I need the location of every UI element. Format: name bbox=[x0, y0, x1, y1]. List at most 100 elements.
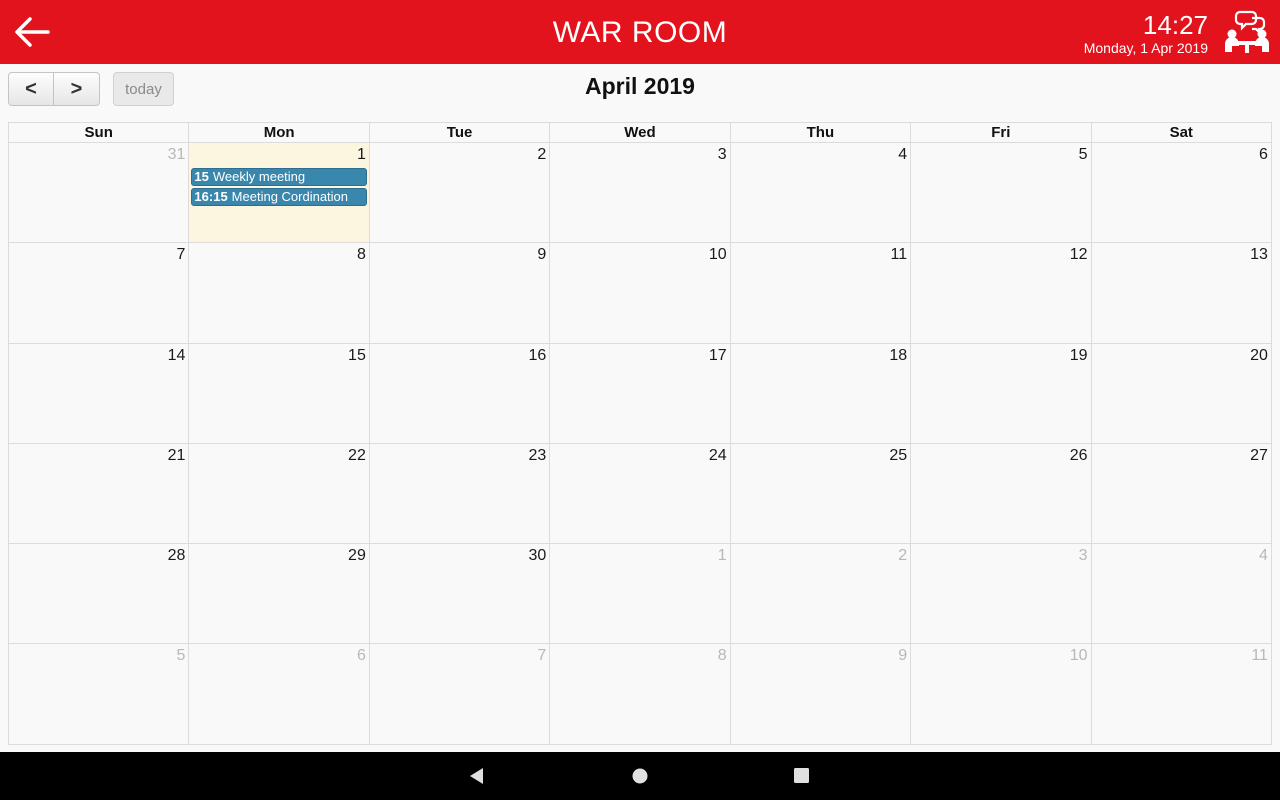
nav-back-triangle-icon[interactable] bbox=[467, 766, 487, 786]
day-cell[interactable]: 12 bbox=[911, 243, 1092, 344]
day-cell[interactable]: 2 bbox=[730, 544, 912, 645]
day-cell[interactable]: 18 bbox=[730, 343, 912, 444]
day-cell[interactable]: 16 bbox=[369, 343, 551, 444]
day-number: 8 bbox=[356, 246, 366, 264]
day-number: 1 bbox=[356, 146, 366, 163]
day-cell[interactable]: 28 bbox=[9, 544, 190, 645]
day-cell[interactable]: 17 bbox=[550, 343, 731, 444]
week-row: 31 1 15 Weekly meeting 16:15 Meeting Cordinat… bbox=[9, 143, 1272, 244]
day-number: 7 bbox=[176, 246, 186, 264]
day-cell[interactable]: 26 bbox=[911, 443, 1092, 545]
day-cell[interactable]: 3 bbox=[911, 544, 1092, 645]
day-cell[interactable]: 10 bbox=[911, 644, 1092, 745]
day-number: 3 bbox=[1078, 547, 1088, 565]
meeting-room-icon bbox=[1222, 8, 1272, 56]
day-number: 20 bbox=[1250, 346, 1268, 364]
day-cell[interactable]: 10 bbox=[550, 243, 731, 344]
day-number: 22 bbox=[348, 446, 366, 464]
day-cell[interactable]: 22 bbox=[189, 443, 370, 545]
day-cell[interactable]: 30 bbox=[369, 544, 551, 645]
day-number: 24 bbox=[708, 446, 727, 464]
day-number: 2 bbox=[537, 146, 547, 163]
day-number: 29 bbox=[348, 547, 366, 565]
day-cell[interactable]: 19 bbox=[911, 343, 1092, 444]
day-number: 27 bbox=[1250, 446, 1268, 464]
day-number: 30 bbox=[528, 547, 547, 565]
day-cell[interactable]: 27 bbox=[1091, 443, 1272, 545]
day-number: 9 bbox=[537, 246, 547, 264]
day-number: 17 bbox=[708, 346, 727, 364]
day-number: 16 bbox=[528, 346, 547, 364]
day-cell[interactable]: 23 bbox=[369, 443, 551, 545]
day-cell[interactable]: 5 bbox=[911, 143, 1092, 244]
day-number: 12 bbox=[1069, 246, 1088, 264]
event-title: Meeting Cordination bbox=[231, 189, 349, 204]
day-number: 4 bbox=[1259, 547, 1268, 565]
day-number: 21 bbox=[167, 446, 186, 464]
day-cell[interactable]: 13 bbox=[1091, 243, 1272, 344]
day-cell[interactable]: 1 bbox=[550, 544, 731, 645]
day-cell[interactable]: 3 bbox=[550, 143, 731, 244]
day-cell[interactable]: 2 bbox=[369, 143, 551, 244]
month-title: April 2019 bbox=[585, 73, 695, 99]
day-number: 18 bbox=[889, 346, 908, 364]
day-cell[interactable]: 7 bbox=[369, 644, 551, 745]
calendar-event[interactable]: 16:15 Meeting Cordination bbox=[191, 188, 367, 206]
clock-time: 14:27 bbox=[1142, 10, 1208, 40]
weekday-header-tue: Tue bbox=[369, 123, 551, 143]
day-number: 9 bbox=[898, 647, 908, 665]
day-number: 15 bbox=[348, 346, 366, 364]
day-cell[interactable]: 14 bbox=[9, 343, 190, 444]
day-cell[interactable]: 15 bbox=[189, 343, 370, 444]
nav-recents-square-icon[interactable] bbox=[792, 766, 812, 786]
day-number: 23 bbox=[528, 446, 547, 464]
weekday-header-thu: Thu bbox=[730, 123, 912, 143]
weekday-header-row: Sun Mon Tue Wed Thu Fri Sat bbox=[9, 123, 1272, 143]
day-number: 11 bbox=[1251, 647, 1268, 665]
day-cell[interactable]: 5 bbox=[9, 644, 190, 745]
weekday-header-sun: Sun bbox=[9, 123, 190, 143]
day-number: 4 bbox=[898, 146, 908, 163]
day-cell-today[interactable]: 1 15 Weekly meeting 16:15 Meeting Cordinatio… bbox=[189, 143, 370, 244]
day-number: 14 bbox=[167, 346, 186, 364]
week-row: 28 29 30 1 2 3 4 bbox=[9, 544, 1272, 645]
day-cell[interactable]: 9 bbox=[369, 243, 551, 344]
week-row: 14 15 16 17 18 19 20 bbox=[9, 343, 1272, 444]
day-cell[interactable]: 8 bbox=[550, 644, 731, 745]
day-cell[interactable]: 4 bbox=[1091, 544, 1272, 645]
day-number: 26 bbox=[1069, 446, 1088, 464]
day-number: 28 bbox=[167, 547, 186, 565]
day-cell[interactable]: 21 bbox=[9, 443, 190, 545]
day-number: 10 bbox=[708, 246, 727, 264]
day-cell[interactable]: 20 bbox=[1091, 343, 1272, 444]
app-header: WAR ROOM 14:27 Monday, 1 Apr 2019 bbox=[0, 0, 1280, 64]
day-cell[interactable]: 31 bbox=[9, 143, 190, 244]
day-cell[interactable]: 6 bbox=[1091, 143, 1272, 244]
day-cell[interactable]: 7 bbox=[9, 243, 190, 344]
calendar-event[interactable]: 15 Weekly meeting bbox=[191, 168, 367, 186]
day-number: 31 bbox=[167, 146, 186, 163]
day-cell[interactable]: 4 bbox=[730, 143, 912, 244]
week-row: 7 8 9 10 11 12 13 bbox=[9, 243, 1272, 344]
weekday-header-mon: Mon bbox=[189, 123, 370, 143]
day-number: 3 bbox=[717, 146, 727, 163]
day-cell[interactable]: 8 bbox=[189, 243, 370, 344]
day-number: 8 bbox=[717, 647, 727, 665]
current-date: Monday, 1 Apr 2019 bbox=[1083, 40, 1208, 56]
day-cell[interactable]: 25 bbox=[730, 443, 912, 545]
event-title: Weekly meeting bbox=[212, 169, 306, 184]
day-number: 10 bbox=[1069, 647, 1088, 665]
month-calendar-grid: Sun Mon Tue Wed Thu Fri Sat 31 1 15 Weekly meetin… bbox=[8, 122, 1272, 745]
day-cell[interactable]: 9 bbox=[730, 644, 912, 745]
day-number: 2 bbox=[898, 547, 908, 565]
day-cell[interactable]: 11 bbox=[1091, 644, 1272, 745]
day-cell[interactable]: 6 bbox=[189, 644, 370, 745]
event-time: 16:15 bbox=[194, 189, 228, 204]
nav-home-circle-icon[interactable] bbox=[630, 766, 650, 786]
day-cell[interactable]: 24 bbox=[550, 443, 731, 545]
day-cell[interactable]: 29 bbox=[189, 544, 370, 645]
day-number: 6 bbox=[356, 647, 366, 665]
day-cell[interactable]: 11 bbox=[730, 243, 912, 344]
day-number: 5 bbox=[176, 647, 186, 665]
day-number: 5 bbox=[1078, 146, 1088, 163]
